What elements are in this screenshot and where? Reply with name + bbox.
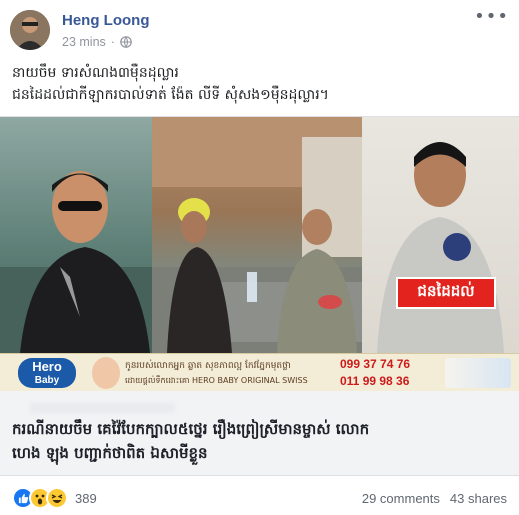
baby-photo [92, 357, 120, 389]
author-avatar[interactable] [10, 10, 50, 50]
suspect-illustration [377, 142, 504, 353]
haha-face-icon [51, 494, 63, 503]
author-name[interactable]: Heng Loong [62, 12, 149, 29]
link-preview[interactable]: ជនដៃដល់ Hero Baby កូនរបស់លោកអ្នក ឆ្លាត ស… [0, 116, 519, 476]
ad-text: ដោយផ្តល់​ទឹកដោះគោ HERO BABY ORIGINAL SWI… [125, 376, 308, 385]
ad-text: កូនរបស់លោកអ្នក ឆ្លាត សុខភាពល្អ កែវ​ភ្នែក… [125, 361, 291, 371]
reactions-summary[interactable]: 389 [12, 487, 97, 509]
link-title-line: ករណីនាយចឹម គេវ៉ៃបែកក្បាល៥ថ្នេរ រឿងព្រៀស្… [12, 420, 370, 438]
haha-reaction-icon [46, 487, 68, 509]
post-time[interactable]: 23 mins [62, 35, 106, 49]
link-domain-blurred [30, 403, 175, 413]
photo-panel-man-sunglasses [0, 117, 152, 353]
thumbs-up-icon [18, 493, 28, 503]
hero-baby-logo: Hero Baby [18, 358, 76, 388]
interview-illustration [152, 117, 362, 353]
separator-dot: · [110, 35, 115, 49]
engagement-counts: 29 comments 43 shares [362, 491, 507, 506]
link-title[interactable]: ករណីនាយចឹម គេវ៉ៃបែកក្បាល៥ថ្នេរ រឿងព្រៀស្… [12, 417, 507, 465]
reaction-count: 389 [75, 490, 97, 506]
ad-phone: 099 37 74 76 [340, 357, 411, 371]
photo-panel-police-interview [152, 117, 362, 353]
ad-phone: 011 99 98 36 [340, 374, 410, 388]
globe-icon[interactable] [120, 36, 132, 48]
suspect-label-badge: ជនដៃដល់ [396, 277, 496, 309]
comments-count[interactable]: 29 comments [362, 491, 440, 506]
link-text-area[interactable]: ករណីនាយចឹម គេវ៉ៃបែកក្បាល៥ថ្នេរ រឿងព្រៀស្… [0, 391, 519, 475]
post-meta: 23 mins · [62, 35, 132, 49]
milk-product-image [445, 358, 511, 388]
shares-count[interactable]: 43 shares [450, 491, 507, 506]
logo-text: Baby [34, 375, 60, 386]
facebook-post: Heng Loong 23 mins · ••• នាយចឹម ទារសំណង៣… [0, 0, 519, 515]
avatar-image [10, 10, 50, 50]
caption-line: នាយចឹម ទារសំណង៣ម៉ឺនដុល្លារ [12, 65, 179, 81]
logo-text: Hero [32, 359, 62, 374]
link-preview-image: ជនដៃដល់ [0, 117, 519, 353]
post-caption: នាយចឹម ទារសំណង៣ម៉ឺនដុល្លារ ជនដៃដល់ជាកីឡា… [12, 62, 512, 106]
caption-line: ជនដៃដល់ជាកីឡាករបាល់ទាត់ ង៉ែត លីទី សុំសង១… [12, 87, 329, 103]
photo-panel-suspect [362, 117, 519, 353]
man-illustration [0, 171, 152, 353]
more-options-icon[interactable]: ••• [474, 8, 509, 26]
ad-banner: Hero Baby កូនរបស់លោកអ្នក ឆ្លាត សុខភាពល្អ… [0, 353, 519, 392]
link-title-line: ហេង ឡុង បញ្ជាក់ថាពិត ឯសាមីខ្លួន [12, 444, 208, 462]
